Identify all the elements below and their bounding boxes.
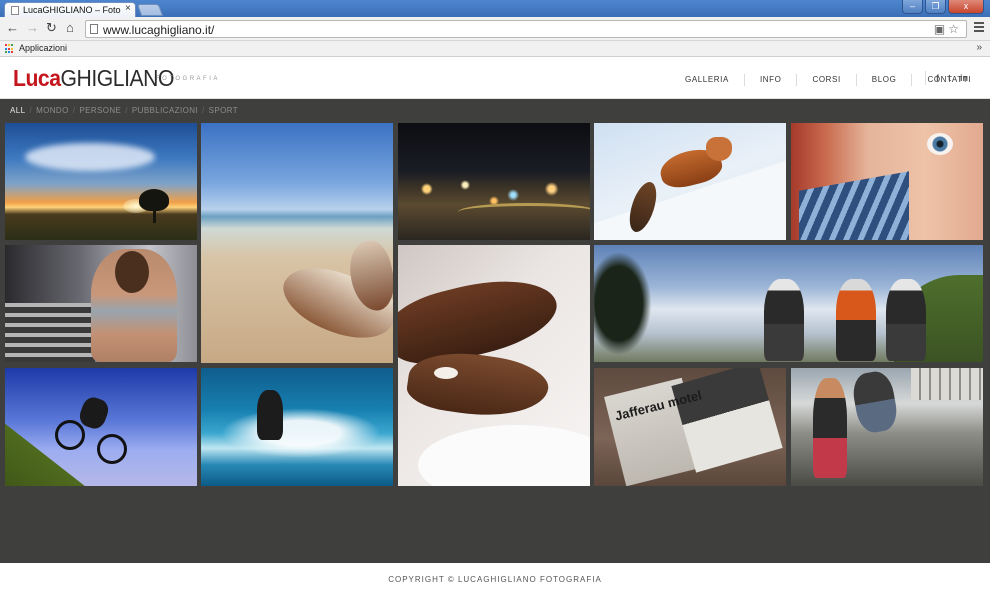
bookmarks-bar: Applicazioni » (0, 41, 990, 57)
filter-mondo[interactable]: MONDO (36, 106, 69, 115)
photo-beach-shell[interactable] (201, 123, 393, 363)
site-header: LucaGHIGLIANO FOTOGRAFIA GALLERIA INFO C… (0, 58, 990, 99)
window-controls: – ❐ x (900, 0, 984, 15)
photo-woman-fitness[interactable] (5, 245, 197, 362)
browser-menu-icon[interactable] (974, 22, 984, 34)
site-footer: COPYRIGHT © LUCAGHIGLIANO FOTOGRAFIA (0, 563, 990, 595)
page-favicon-icon (11, 6, 19, 15)
apps-bookmark[interactable]: Applicazioni (19, 43, 67, 53)
photo-hands-closeup[interactable] (398, 245, 590, 486)
photo-child-portrait[interactable] (791, 123, 983, 240)
site-logo[interactable]: LucaGHIGLIANO (13, 65, 174, 91)
bookmark-star-icon[interactable]: ▣☆ (934, 22, 962, 36)
filter-separator: / (202, 106, 205, 115)
nav-item-info[interactable]: INFO (743, 74, 797, 86)
tab-close-icon[interactable]: × (125, 3, 131, 14)
back-arrow-icon[interactable]: ← (6, 20, 19, 36)
logo-first-name: Luca (13, 65, 61, 91)
browser-title-bar: LucaGHIGLIANO – Fotografia × – ❐ x (0, 0, 990, 17)
page-icon (90, 24, 98, 34)
photo-night-city[interactable] (398, 123, 590, 240)
twitter-icon[interactable]: t (948, 71, 951, 85)
photo-sunset-landscape[interactable] (5, 123, 197, 240)
url-text[interactable]: www.lucaghigliano.it/ (103, 23, 214, 37)
photo-street-skaters[interactable] (791, 368, 983, 486)
new-tab-button[interactable] (136, 4, 164, 16)
linkedin-icon[interactable]: in (960, 71, 968, 85)
filter-all[interactable]: ALL (10, 106, 25, 115)
copyright-text: COPYRIGHT © LUCAGHIGLIANO FOTOGRAFIA (388, 575, 602, 584)
nav-item-blog[interactable]: BLOG (855, 74, 912, 86)
photo-mountain-bike[interactable] (5, 368, 197, 486)
photo-gallery: ALL / MONDO / PERSONE / PUBBLICAZIONI / SPORT Ja… (0, 99, 990, 563)
gallery-filters: ALL / MONDO / PERSONE / PUBBLICAZIONI / SPORT (10, 106, 238, 115)
photo-fox-snow[interactable] (594, 123, 786, 240)
nav-item-galleria[interactable]: GALLERIA (670, 74, 744, 86)
nav-item-corsi[interactable]: CORSI (796, 74, 855, 86)
forward-arrow-icon[interactable]: → (26, 20, 39, 36)
close-window-button[interactable]: x (948, 0, 984, 14)
photo-motorcycle-riders[interactable] (594, 245, 983, 362)
browser-toolbar: ← → ↻ ⌂ www.lucaghigliano.it/ ▣☆ (0, 17, 990, 41)
filter-persone[interactable]: PERSONE (79, 106, 121, 115)
filter-separator: / (125, 106, 128, 115)
browser-tab[interactable]: LucaGHIGLIANO – Fotografia × (4, 2, 136, 17)
bookmarks-overflow-icon[interactable]: » (976, 42, 982, 53)
facebook-icon[interactable]: f (936, 71, 939, 85)
maximize-button[interactable]: ❐ (925, 0, 946, 14)
filter-sport[interactable]: SPORT (209, 106, 238, 115)
minimize-button[interactable]: – (902, 0, 923, 14)
photo-magazine-spread[interactable]: Jafferau motel (594, 368, 786, 486)
photo-surfer[interactable] (201, 368, 393, 486)
logo-tagline: FOTOGRAFIA (156, 76, 220, 82)
reload-icon[interactable]: ↻ (46, 20, 57, 36)
address-bar[interactable]: www.lucaghigliano.it/ ▣☆ (85, 20, 967, 38)
filter-separator: / (29, 106, 33, 115)
filter-pubblicazioni[interactable]: PUBBLICAZIONI (132, 106, 198, 115)
filter-separator: / (72, 106, 76, 115)
apps-grid-icon[interactable] (5, 44, 15, 54)
social-links: f t in (925, 71, 977, 85)
tab-title: LucaGHIGLIANO – Fotografia (23, 5, 121, 15)
home-icon[interactable]: ⌂ (66, 20, 74, 36)
